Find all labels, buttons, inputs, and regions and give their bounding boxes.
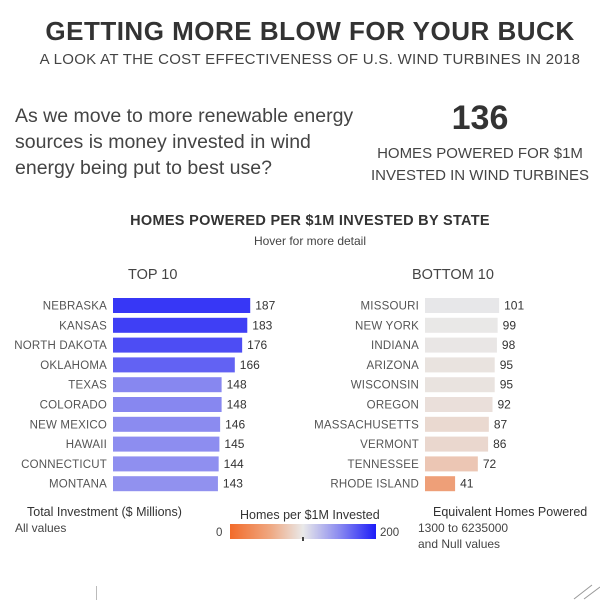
bar-value-bottom-3: 95 [500,358,514,372]
legend-investment-title: Total Investment ($ Millions) [27,505,182,519]
bar-label-top-5: COLORADO [40,400,107,412]
bar-label-bottom-1: NEW YORK [355,320,419,332]
bar-label-top-2: NORTH DAKOTA [14,340,107,352]
kpi-label: HOMES POWERED FOR $1M INVESTED IN WIND T… [355,143,600,187]
bar-label-top-8: CONNECTICUT [21,459,107,471]
bar-value-bottom-6: 87 [494,417,508,431]
panel-title-bottom: BOTTOM 10 [412,267,494,283]
legend-homes-null[interactable]: and Null values [418,537,500,551]
bar-value-top-8: 144 [224,457,244,471]
bar-bottom-1[interactable] [425,317,498,333]
bar-label-top-0: NEBRASKA [43,301,107,313]
legend-investment-value[interactable]: All values [15,521,66,535]
bar-bottom-9[interactable] [425,476,456,492]
bar-value-bottom-1: 99 [503,318,517,332]
bar-value-bottom-2: 98 [502,338,516,352]
divider-line [96,586,97,600]
bar-top-3[interactable] [113,357,235,373]
bar-top-8[interactable] [113,456,219,472]
bar-label-top-7: HAWAII [66,439,107,451]
bar-label-bottom-9: RHODE ISLAND [330,479,419,491]
bar-value-top-1: 183 [252,318,272,332]
bar-value-bottom-4: 95 [500,378,514,392]
bar-top-9[interactable] [113,476,218,492]
intro-text: As we move to more renewable energy sour… [15,105,354,179]
bar-top-1[interactable] [113,317,248,333]
bar-bottom-6[interactable] [425,416,489,432]
bar-top-5[interactable] [113,397,222,412]
bar-top-4[interactable] [113,377,222,393]
bar-label-bottom-8: TENNESSEE [348,459,420,471]
bar-label-bottom-2: INDIANA [371,340,419,352]
kpi-label-line-1: HOMES POWERED FOR $1M [377,145,583,162]
bar-label-top-9: MONTANA [49,479,107,491]
bar-top-2[interactable] [113,337,243,353]
bar-bottom-0[interactable] [425,298,500,313]
bar-label-bottom-6: MASSACHUSETTS [314,419,419,431]
bar-bottom-5[interactable] [425,397,493,412]
bar-value-top-2: 176 [247,338,267,352]
bar-top-6[interactable] [113,416,221,432]
gradient-midpoint-tick [302,537,304,541]
bar-label-top-6: NEW MEXICO [30,419,107,431]
bar-label-bottom-5: OREGON [367,400,419,412]
panel-title-top: TOP 10 [128,267,178,283]
page-title: GETTING MORE BLOW FOR YOUR BUCK [45,16,575,46]
legend-color-title: Homes per $1M Invested [240,508,380,522]
bar-bottom-2[interactable] [425,337,497,353]
bar-value-top-7: 145 [224,437,244,451]
bar-value-bottom-9: 41 [460,477,474,491]
bar-value-top-6: 146 [225,417,245,431]
bar-value-bottom-5: 92 [498,398,512,412]
legend-homes-title: Equivalent Homes Powered [433,505,588,519]
legend-homes-range[interactable]: 1300 to 6235000 [418,521,508,535]
bar-bottom-7[interactable] [425,436,489,452]
bar-bottom-3[interactable] [425,357,495,373]
page-subtitle: A LOOK AT THE COST EFFECTIVENESS OF U.S.… [39,51,581,68]
bar-value-top-0: 187 [255,299,275,313]
legend-color-max: 200 [380,527,400,539]
bar-top-7[interactable] [113,436,220,452]
bar-value-top-5: 148 [227,398,247,412]
bar-label-bottom-0: MISSOURI [361,301,419,313]
bar-top-0[interactable] [113,298,251,313]
kpi-label-line-2: INVESTED IN WIND TURBINES [370,167,590,184]
chart-subtitle: Hover for more detail [253,234,367,248]
bar-bottom-4[interactable] [425,377,495,393]
bar-label-bottom-7: VERMONT [360,439,419,451]
bar-value-bottom-8: 72 [483,457,497,471]
chart-title: HOMES POWERED PER $1M INVESTED BY STATE [130,213,490,229]
kpi-value: 136 [451,99,509,137]
bar-value-top-9: 143 [223,477,243,491]
bar-label-bottom-3: ARIZONA [366,360,419,372]
bar-value-bottom-7: 86 [493,437,507,451]
bar-value-top-3: 166 [240,358,260,372]
bar-label-top-4: TEXAS [68,380,107,392]
legend-color-min: 0 [216,527,223,539]
bar-value-top-4: 148 [227,378,247,392]
corner-decoration [573,584,600,600]
bar-label-top-3: OKLAHOMA [40,360,107,372]
bar-label-top-1: KANSAS [59,320,107,332]
bar-value-bottom-0: 101 [504,299,524,313]
bar-chart: NEBRASKA 187 KANSAS 183 NORTH DAKOTA 176 OKLAH… [14,298,524,492]
bar-label-bottom-4: WISCONSIN [351,380,419,392]
bar-bottom-8[interactable] [425,456,478,472]
